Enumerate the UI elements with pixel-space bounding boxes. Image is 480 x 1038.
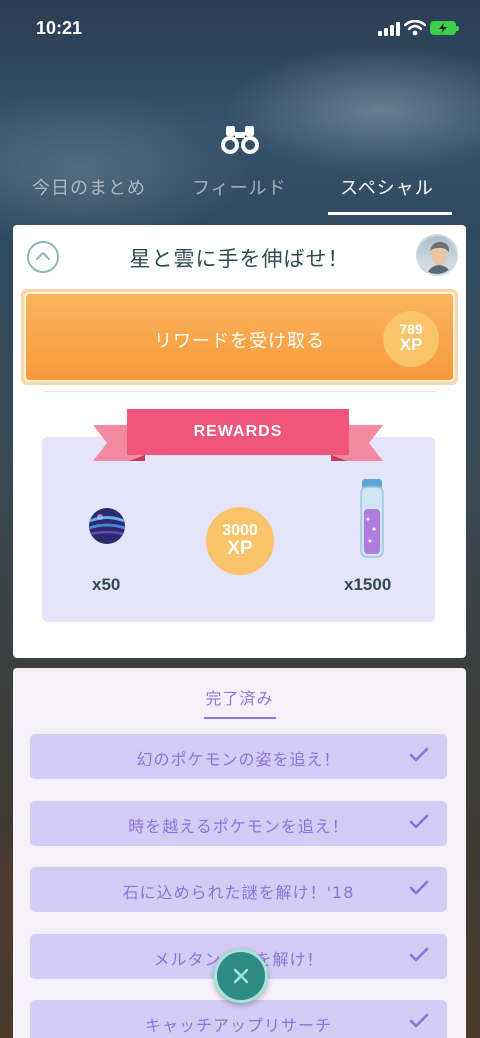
completed-item[interactable]: 幻のポケモンの姿を追え！ [30,734,447,779]
completed-item-label: キャッチアップリサーチ [144,1016,332,1035]
check-icon [409,947,429,962]
completed-item-label: 時を越えるポケモンを追え！ [128,817,349,836]
completed-item-label: 幻のポケモンの姿を追え！ [136,750,341,769]
completed-item-label: 石に込められた謎を解け！'18 [122,883,355,902]
reward-xp-unit: XP [227,538,253,559]
status-time: 10:21 [36,18,83,38]
completed-item[interactable]: 時を越えるポケモンを追え！ [30,801,447,846]
xp-badge: 789 XP [383,311,439,367]
check-icon [409,814,429,829]
active-tab-indicator [328,212,452,215]
close-icon [233,968,249,984]
reward-count-stardust: x1500 [344,575,392,594]
claim-reward-button[interactable]: リワードを受け取る 789 XP [24,292,455,382]
reward-xp-badge: 3000 XP [206,507,274,575]
completed-title: 完了済み [205,689,274,708]
completed-item[interactable]: 石に込められた謎を解け！'18 [30,867,447,912]
check-icon [409,880,429,895]
research-title: 星と雲に手を伸ばせ！ [129,247,350,271]
reward-count-great-ball: x50 [92,575,121,594]
wifi-icon [404,20,426,36]
xp-badge-value: 789 [399,321,423,337]
tab-field[interactable]: フィールド [192,174,287,200]
stardust-vial-icon [360,479,384,558]
completed-item[interactable]: キャッチアップリサーチ [30,1000,447,1038]
research-tabs: 今日のまとめ フィールド スペシャル [0,170,480,218]
claim-reward-wrapper: リワードを受け取る 789 XP [21,289,458,385]
professor-avatar [416,234,458,276]
completed-underline [204,717,276,719]
xp-badge-unit: XP [399,335,423,354]
check-icon [409,1013,429,1028]
status-bar: 10:21 [0,0,480,58]
check-icon [409,747,429,762]
battery-icon [430,21,459,35]
special-research-card: 星と雲に手を伸ばせ！ リワードを受け取る 789 XP REWARDS x50 … [13,225,466,658]
rewards-banner-label: REWARDS [193,423,283,440]
signal-icon [378,22,400,36]
tab-special[interactable]: スペシャル [340,174,434,200]
divider [43,391,436,392]
close-button[interactable] [214,949,268,1003]
great-ball-icon [88,508,126,544]
reward-xp-value: 3000 [222,522,258,539]
binoculars-icon [221,126,259,154]
tab-today-summary[interactable]: 今日のまとめ [32,174,146,200]
